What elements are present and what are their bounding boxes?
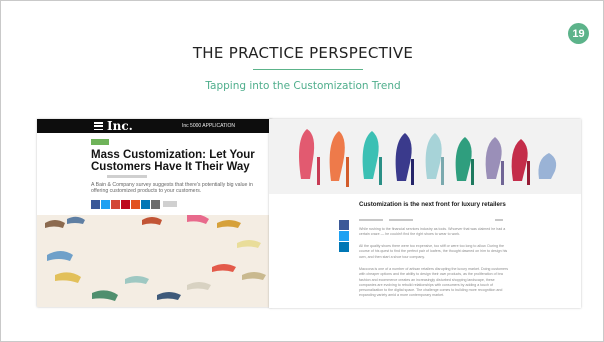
article-meta xyxy=(359,219,504,222)
inc-article-screenshot: Inc. Inc 5000 APPLICATION Mass Customiza… xyxy=(37,119,272,307)
share-icon[interactable] xyxy=(141,200,150,209)
share-icon[interactable] xyxy=(101,200,110,209)
social-icon[interactable] xyxy=(339,231,349,241)
slide-title: THE PRACTICE PERSPECTIVE xyxy=(192,44,414,62)
slide-subtitle: Tapping into the Customization Trend xyxy=(205,80,401,92)
inc-header-right: Inc 5000 APPLICATION xyxy=(182,123,235,129)
share-icon[interactable] xyxy=(151,200,160,209)
social-share-sidebar xyxy=(339,220,349,253)
share-icon[interactable] xyxy=(131,200,140,209)
share-count xyxy=(163,201,177,207)
luxury-article-title: Customization is the next front for luxu… xyxy=(359,201,506,208)
shoes-illustration xyxy=(37,214,272,307)
share-icon[interactable] xyxy=(91,200,100,209)
page-number-badge: 19 xyxy=(568,23,589,44)
social-icon[interactable] xyxy=(339,242,349,252)
inc-logo: Inc. xyxy=(107,119,133,133)
social-icon[interactable] xyxy=(339,220,349,230)
share-icon[interactable] xyxy=(121,200,130,209)
heels-photo xyxy=(269,119,581,194)
luxury-article-screenshot: Customization is the next front for luxu… xyxy=(269,119,581,308)
inc-article-title: Mass Customization: Let Your Customers H… xyxy=(91,149,255,173)
slide: 19 THE PRACTICE PERSPECTIVE Tapping into… xyxy=(0,0,604,342)
inc-article-dek: A Bain & Company survey suggests that th… xyxy=(91,182,253,195)
share-buttons xyxy=(91,200,160,209)
article-paragraph-3: Maccona is one of a number of artisan re… xyxy=(359,267,509,298)
article-paragraph-1: While rushing to the financial services … xyxy=(359,227,506,237)
inc-header-bar: Inc. Inc 5000 APPLICATION xyxy=(37,119,272,133)
shoes-photo xyxy=(37,214,272,307)
article-paragraph-2: All the quality shoes there were too exp… xyxy=(359,244,508,259)
title-divider xyxy=(253,69,363,70)
byline xyxy=(107,175,147,178)
menu-icon xyxy=(94,122,103,131)
share-icon[interactable] xyxy=(111,200,120,209)
heels-illustration xyxy=(269,119,581,194)
category-tag xyxy=(91,139,109,145)
